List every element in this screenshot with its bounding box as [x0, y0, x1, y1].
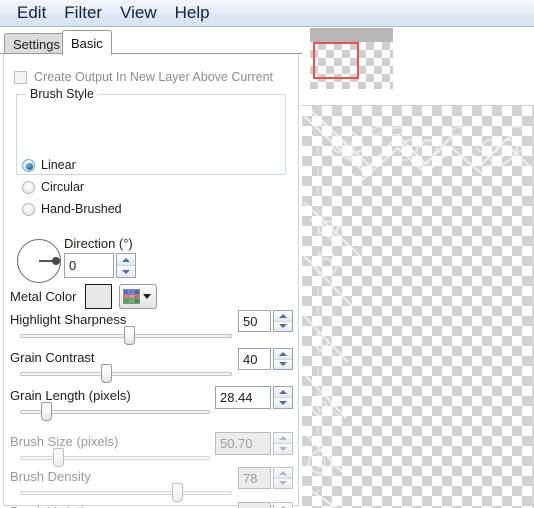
- radio-circular-label: Circular: [41, 180, 85, 194]
- grain-contrast-stepper[interactable]: 40: [238, 348, 293, 370]
- brush-size-track: [20, 456, 210, 460]
- grain-contrast-input[interactable]: 40: [238, 348, 271, 370]
- grain-contrast-label: Grain Contrast: [10, 350, 95, 365]
- brush-density-label: Brush Density: [10, 469, 91, 484]
- highlight-sharpness-input[interactable]: 50: [238, 310, 271, 332]
- brush-variation-input: 53: [238, 502, 271, 508]
- highlight-sharpness-thumb[interactable]: [124, 326, 135, 345]
- navigator-selection-rect[interactable]: [313, 42, 359, 79]
- highlight-sharpness-down[interactable]: [274, 320, 292, 331]
- radio-hand-brushed[interactable]: Hand-Brushed: [22, 202, 122, 216]
- direction-stepper-up[interactable]: [117, 254, 135, 265]
- menu-help[interactable]: Help: [166, 3, 219, 23]
- application-window: Edit Filter View Help Settings Basic Cre…: [0, 0, 534, 508]
- radio-circular-icon[interactable]: [22, 180, 35, 194]
- radio-linear[interactable]: Linear: [22, 158, 76, 172]
- brush-size-input: 50.70: [215, 432, 271, 455]
- highlight-sharpness-stepper-buttons[interactable]: [273, 310, 293, 332]
- metal-color-swatch[interactable]: [85, 284, 112, 309]
- direction-stepper-buttons[interactable]: [116, 253, 136, 278]
- create-output-checkbox-label: Create Output In New Layer Above Current: [34, 70, 274, 84]
- brush-density-thumb: [172, 483, 183, 502]
- grain-length-input[interactable]: 28.44: [215, 386, 271, 409]
- brush-density-stepper: 78: [238, 467, 293, 489]
- grain-length-thumb[interactable]: [41, 402, 52, 421]
- grain-contrast-down[interactable]: [274, 358, 292, 369]
- create-output-checkbox-row[interactable]: Create Output In New Layer Above Current: [14, 70, 273, 84]
- menu-view[interactable]: View: [111, 3, 166, 23]
- settings-panel: Create Output In New Layer Above Current…: [0, 53, 302, 508]
- menu-bar: Edit Filter View Help: [0, 0, 534, 27]
- radio-linear-icon[interactable]: [22, 158, 35, 172]
- chevron-down-icon: [143, 294, 151, 299]
- metal-color-palette-dropdown[interactable]: [119, 284, 157, 309]
- brush-size-thumb: [53, 448, 64, 467]
- brush-density-track: [20, 491, 232, 495]
- brush-density-input: 78: [238, 467, 271, 489]
- menu-filter[interactable]: Filter: [55, 3, 111, 23]
- menu-edit[interactable]: Edit: [8, 3, 55, 23]
- lace-pattern-artwork: [302, 106, 534, 508]
- brush-density-stepper-buttons: [273, 467, 293, 489]
- direction-input[interactable]: 0: [64, 253, 114, 278]
- grain-contrast-thumb[interactable]: [101, 364, 112, 383]
- grain-length-down[interactable]: [274, 397, 292, 408]
- tab-strip: Settings Basic: [0, 28, 302, 55]
- direction-dial-knob[interactable]: [52, 257, 60, 265]
- tab-basic[interactable]: Basic: [62, 30, 112, 55]
- highlight-sharpness-stepper[interactable]: 50: [238, 310, 293, 332]
- radio-linear-label: Linear: [41, 158, 76, 172]
- direction-label: Direction (°): [64, 236, 133, 251]
- highlight-sharpness-label: Highlight Sharpness: [10, 312, 127, 327]
- palette-icon: [123, 289, 140, 304]
- brush-size-down: [274, 443, 292, 454]
- highlight-sharpness-up[interactable]: [274, 311, 292, 321]
- brush-variation-stepper-buttons: [273, 502, 293, 508]
- grain-length-label: Grain Length (pixels): [10, 388, 131, 403]
- preview-canvas[interactable]: [302, 105, 534, 508]
- brush-style-group-title: Brush Style: [26, 87, 98, 101]
- grain-contrast-stepper-buttons[interactable]: [273, 348, 293, 370]
- direction-stepper-down[interactable]: [117, 265, 135, 277]
- grain-length-stepper-buttons[interactable]: [273, 386, 293, 409]
- brush-density-up: [274, 468, 292, 478]
- brush-variation-up: [274, 503, 292, 508]
- preview-top-band: [302, 89, 534, 105]
- brush-density-down: [274, 477, 292, 488]
- radio-hand-brushed-icon[interactable]: [22, 202, 35, 216]
- direction-dial[interactable]: [17, 239, 61, 283]
- direction-stepper[interactable]: 0: [64, 253, 136, 278]
- brush-size-stepper-buttons: [273, 432, 293, 455]
- radio-hand-brushed-label: Hand-Brushed: [41, 202, 122, 216]
- brush-variation-stepper: 53: [238, 502, 293, 508]
- grain-length-up[interactable]: [274, 387, 292, 397]
- brush-variation-label: Brush Variation: [10, 504, 98, 508]
- metal-color-label: Metal Color: [10, 289, 77, 304]
- grain-length-stepper[interactable]: 28.44: [215, 386, 293, 409]
- grain-contrast-track[interactable]: [20, 372, 232, 376]
- brush-size-stepper: 50.70: [215, 432, 293, 455]
- brush-size-up: [274, 433, 292, 443]
- checkbox-icon[interactable]: [14, 70, 27, 84]
- radio-circular[interactable]: Circular: [22, 180, 84, 194]
- grain-contrast-up[interactable]: [274, 349, 292, 359]
- tab-settings[interactable]: Settings: [4, 33, 69, 54]
- brush-size-label: Brush Size (pixels): [10, 434, 119, 449]
- preview-side: Prev: [302, 27, 534, 508]
